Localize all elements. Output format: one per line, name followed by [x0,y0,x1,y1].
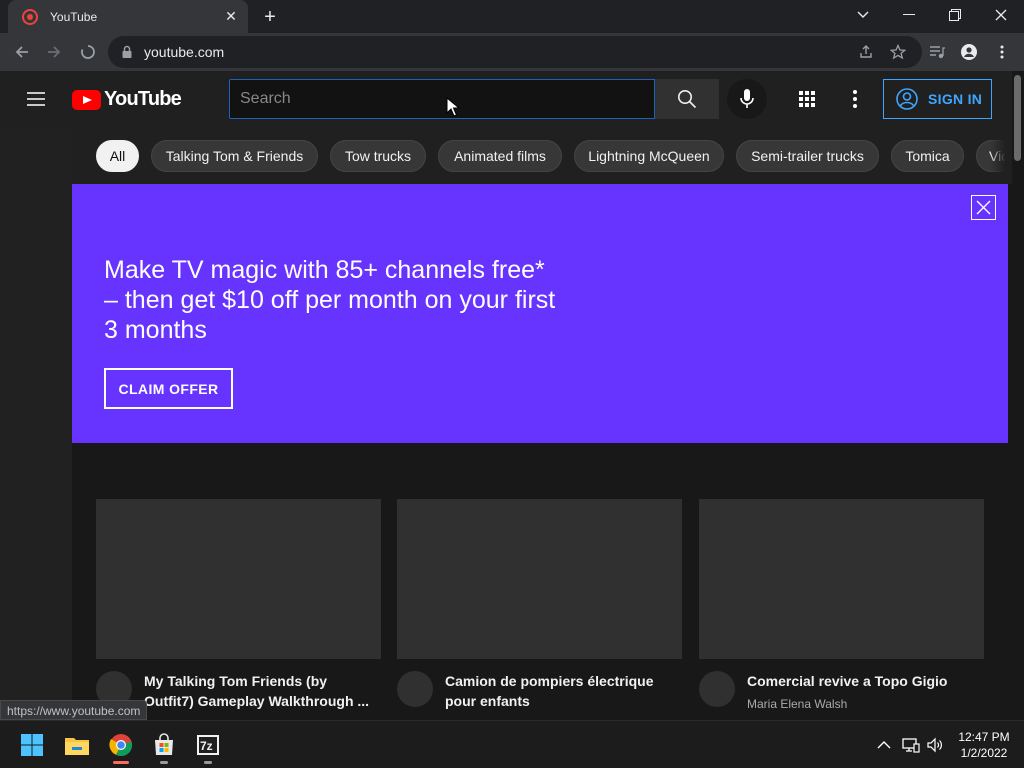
channel-avatar[interactable] [397,671,433,707]
search-button[interactable] [655,79,719,119]
clock-date: 1/2/2022 [960,746,1008,760]
chip-tomica[interactable]: Tomica [891,140,964,172]
voice-search-button[interactable] [727,79,767,119]
video-title[interactable]: My Talking Tom Friends (by Outfit7) Game… [144,671,374,711]
minimize-button[interactable] [886,0,932,30]
tab-title: YouTube [50,9,98,24]
chip-semi-trailer-trucks[interactable]: Semi-trailer trucks [736,140,879,172]
tab-close-icon[interactable]: ✕ [222,8,240,26]
chip-animated-films[interactable]: Animated films [438,140,562,172]
browser-tab-youtube[interactable]: YouTube ✕ [8,0,248,33]
youtube-logo-text: YouTube [104,88,182,110]
store-running-indicator [160,761,168,764]
promo-headline: Make TV magic with 85+ channels free* – … [104,256,556,344]
filter-chips-bar: All Talking Tom & Friends Tow trucks Ani… [72,127,1012,184]
chip-tow-trucks[interactable]: Tow trucks [330,140,426,172]
media-control-icon[interactable] [929,44,945,60]
settings-more-icon[interactable] [843,87,867,111]
lock-icon [122,45,132,58]
video-title[interactable]: Camion de pompiers électrique pour enfan… [445,671,675,711]
video-thumbnail[interactable] [397,499,682,659]
windows-taskbar: 7z 12:47 PM 1/2/2022 [0,720,1024,768]
taskbar-clock[interactable]: 12:47 PM 1/2/2022 [952,729,1016,761]
claim-offer-button[interactable]: CLAIM OFFER [104,368,233,409]
file-explorer-icon[interactable] [61,729,93,761]
microsoft-store-icon[interactable] [148,729,180,764]
youtube-page: YouTube SIGN IN All Talking Tom & Friend… [0,71,1024,720]
video-thumbnail[interactable] [96,499,381,659]
back-button[interactable] [8,38,36,66]
forward-button[interactable] [40,38,68,66]
show-hidden-icons-chevron-up-icon[interactable] [874,735,894,755]
7zip-icon[interactable]: 7z [192,729,224,764]
stop-loading-icon[interactable] [74,38,102,66]
close-window-button[interactable] [978,0,1024,30]
mini-guide-sidebar [0,127,72,720]
svg-text:7z: 7z [200,739,213,753]
volume-icon[interactable] [925,735,945,755]
youtube-favicon-icon [22,8,38,25]
search-icon [678,90,697,109]
profile-icon[interactable] [961,44,977,60]
new-tab-button[interactable]: + [258,6,282,28]
clock-time: 12:47 PM [958,730,1010,744]
browser-titlebar: YouTube ✕ + [0,0,1024,33]
video-title[interactable]: Comercial revive a Topo Gigio [747,671,977,691]
network-icon[interactable] [901,735,921,755]
bookmark-star-icon[interactable] [890,44,906,60]
share-icon[interactable] [858,44,874,60]
video-card[interactable]: Comercial revive a Topo Gigio Maria Elen… [699,499,984,711]
restore-button[interactable] [932,0,978,30]
scrollbar-thumb[interactable] [1014,75,1021,161]
windows-start-icon[interactable] [16,729,48,761]
hamburger-menu-icon[interactable] [24,87,48,111]
mouse-cursor-icon [446,97,460,117]
address-url: youtube.com [144,44,225,60]
youtube-logo[interactable]: YouTube [72,88,182,111]
youtube-header: YouTube SIGN IN [0,71,1012,127]
page-scrollbar[interactable] [1012,71,1024,720]
search-input[interactable] [240,86,640,112]
sign-in-label: SIGN IN [928,91,983,107]
chip-talking-tom-friends[interactable]: Talking Tom & Friends [151,140,318,172]
chips-fade [990,127,1012,184]
browser-toolbar: youtube.com [0,33,1024,71]
browser-menu-icon[interactable] [994,44,1010,60]
chrome-active-indicator [113,761,129,764]
search-box[interactable] [229,79,655,119]
video-channel-name[interactable]: Maria Elena Walsh [747,697,847,711]
promo-close-icon[interactable] [971,195,996,220]
link-status-bubble: https://www.youtube.com [0,700,148,720]
account-circle-icon [896,88,918,110]
chip-all[interactable]: All [96,140,139,172]
promo-banner: Make TV magic with 85+ channels free* – … [72,184,1008,443]
microphone-icon [740,89,754,108]
channel-avatar[interactable] [699,671,735,707]
address-bar[interactable]: youtube.com [108,36,922,68]
chrome-icon[interactable] [105,729,137,764]
video-card[interactable]: Camion de pompiers électrique pour enfan… [397,499,682,709]
video-thumbnail[interactable] [699,499,984,659]
apps-grid-icon[interactable] [795,87,819,111]
sign-in-button[interactable]: SIGN IN [883,79,992,119]
video-card[interactable]: My Talking Tom Friends (by Outfit7) Game… [96,499,381,709]
chip-lightning-mcqueen[interactable]: Lightning McQueen [574,140,724,172]
youtube-play-logo-icon [72,89,101,110]
tab-search-chevron-down-icon[interactable] [840,0,886,30]
7zip-running-indicator [204,761,212,764]
